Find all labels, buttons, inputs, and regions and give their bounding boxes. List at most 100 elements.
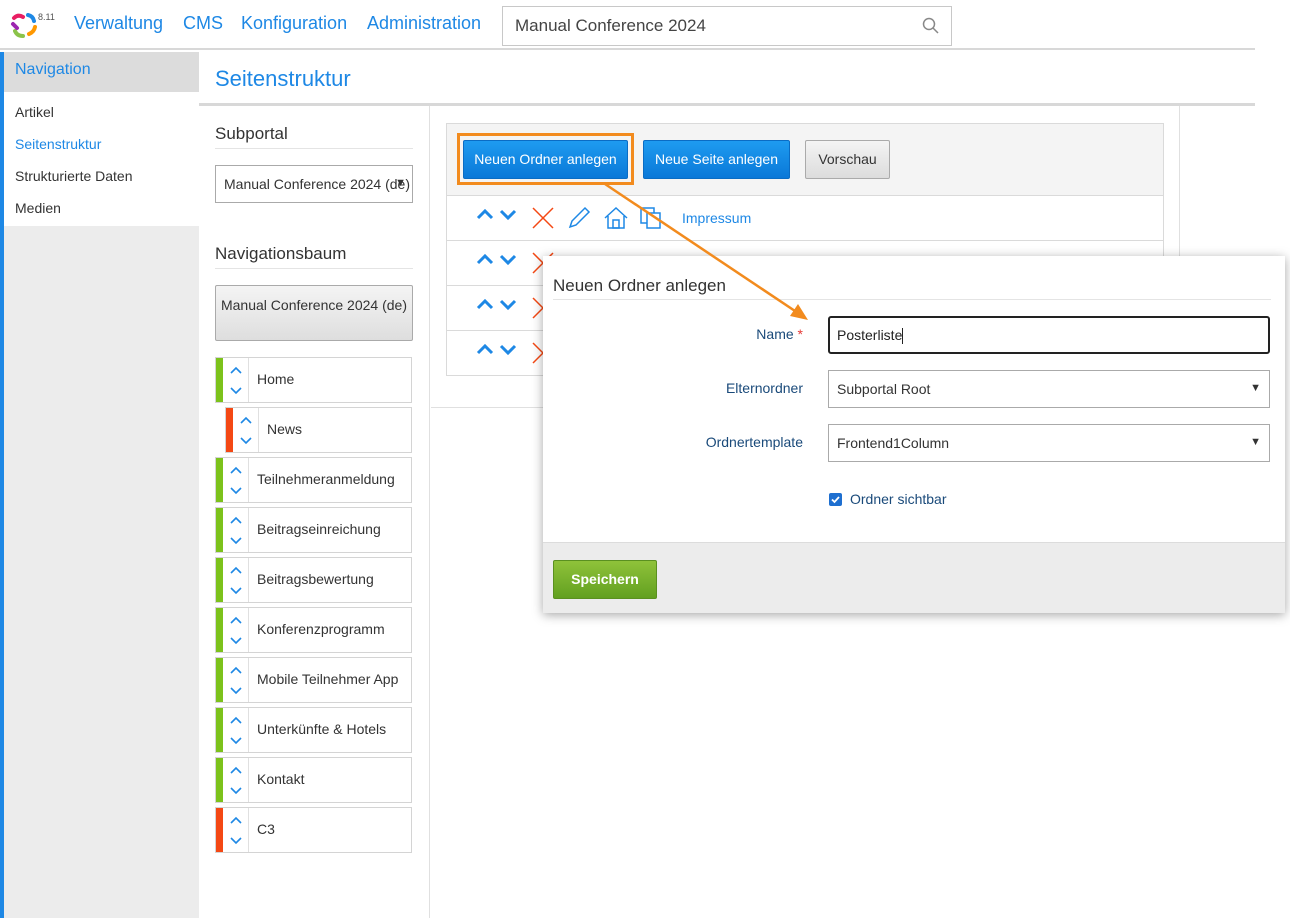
- top-bar: 8.11 Verwaltung CMS Konfiguration Admini…: [0, 0, 1255, 50]
- move-down-icon[interactable]: [229, 486, 243, 496]
- tree-item-label: Kontakt: [257, 771, 305, 787]
- tree-item[interactable]: Beitragseinreichung: [215, 507, 412, 553]
- move-up-icon[interactable]: [229, 815, 243, 825]
- tree-item[interactable]: Teilnehmeranmeldung: [215, 457, 412, 503]
- move-up-icon[interactable]: [229, 365, 243, 375]
- subportal-select[interactable]: Manual Conference 2024 (de) ▼: [215, 165, 413, 203]
- checkmark-icon: [831, 496, 840, 504]
- folder-visible-checkbox[interactable]: [829, 493, 842, 506]
- tree-move-arrows: [223, 508, 249, 552]
- status-bar: [216, 508, 223, 552]
- tree-item[interactable]: Beitragsbewertung: [215, 557, 412, 603]
- sidebar: Navigation Artikel Seitenstruktur Strukt…: [0, 52, 199, 918]
- preview-button[interactable]: Vorschau: [805, 140, 890, 179]
- move-down-icon[interactable]: [229, 686, 243, 696]
- parent-folder-label: Elternordner: [725, 380, 803, 396]
- search-input[interactable]: Manual Conference 2024: [502, 6, 952, 46]
- app-logo-icon[interactable]: [8, 8, 42, 42]
- move-down-icon[interactable]: [498, 341, 518, 357]
- sidebar-list: Artikel Seitenstruktur Strukturierte Dat…: [4, 92, 199, 226]
- parent-folder-value: Subportal Root: [837, 381, 931, 397]
- move-up-icon[interactable]: [229, 465, 243, 475]
- status-bar: [216, 558, 223, 602]
- move-up-icon[interactable]: [229, 615, 243, 625]
- tree-move-arrows: [223, 708, 249, 752]
- move-up-icon[interactable]: [229, 765, 243, 775]
- status-bar: [216, 808, 223, 852]
- sidebar-item-artikel[interactable]: Artikel: [4, 96, 199, 128]
- delete-icon[interactable]: [531, 206, 555, 230]
- folder-template-label: Ordnertemplate: [705, 434, 803, 450]
- search-value: Manual Conference 2024: [515, 16, 706, 35]
- tree-move-arrows: [223, 358, 249, 402]
- tree-item-label: Mobile Teilnehmer App: [257, 671, 399, 687]
- new-folder-dialog: Neuen Ordner anlegen Name * Posterliste …: [543, 256, 1285, 613]
- nav-administration[interactable]: Administration: [367, 13, 481, 34]
- subportal-label: Subportal: [215, 124, 413, 149]
- tree-item[interactable]: Home: [215, 357, 412, 403]
- tree-item[interactable]: News: [225, 407, 412, 453]
- move-up-icon[interactable]: [229, 515, 243, 525]
- tree-item-label: Unterkünfte & Hotels: [257, 721, 387, 737]
- tree-item[interactable]: Kontakt: [215, 757, 412, 803]
- move-down-icon[interactable]: [498, 251, 518, 267]
- move-down-icon[interactable]: [229, 586, 243, 596]
- move-up-icon[interactable]: [475, 341, 495, 357]
- status-bar: [216, 358, 223, 402]
- callout-highlight-box: [457, 133, 634, 185]
- parent-folder-select[interactable]: Subportal Root ▼: [828, 370, 1270, 408]
- move-up-icon[interactable]: [239, 415, 253, 425]
- subportal-value: Manual Conference 2024 (de): [224, 176, 411, 192]
- status-bar: [216, 608, 223, 652]
- folder-visible-label[interactable]: Ordner sichtbar: [850, 491, 946, 507]
- move-down-icon[interactable]: [229, 636, 243, 646]
- move-down-icon[interactable]: [498, 206, 518, 222]
- folder-template-value: Frontend1Column: [837, 435, 950, 451]
- tree-item[interactable]: C3: [215, 807, 412, 853]
- new-page-button[interactable]: Neue Seite anlegen: [643, 140, 790, 179]
- folder-template-select[interactable]: Frontend1Column ▼: [828, 424, 1270, 462]
- name-input[interactable]: Posterliste: [828, 316, 1270, 354]
- status-bar: [216, 708, 223, 752]
- app-version: 8.11: [38, 12, 55, 22]
- move-down-icon[interactable]: [229, 386, 243, 396]
- name-label-text: Name: [756, 326, 794, 342]
- move-down-icon[interactable]: [229, 836, 243, 846]
- status-bar: [216, 658, 223, 702]
- tree-item[interactable]: Konferenzprogramm: [215, 607, 412, 653]
- move-up-icon[interactable]: [229, 665, 243, 675]
- move-down-icon[interactable]: [239, 436, 253, 446]
- navigation-tree-label: Navigationsbaum: [215, 244, 413, 269]
- move-up-icon[interactable]: [475, 251, 495, 267]
- sidebar-item-seitenstruktur[interactable]: Seitenstruktur: [4, 128, 199, 160]
- status-bar: [216, 758, 223, 802]
- tree-root-button[interactable]: Manual Conference 2024 (de): [215, 285, 413, 341]
- copy-icon[interactable]: [639, 206, 663, 230]
- move-down-icon[interactable]: [229, 736, 243, 746]
- home-icon[interactable]: [603, 206, 629, 230]
- chevron-down-icon: ▼: [1250, 436, 1261, 448]
- nav-konfiguration[interactable]: Konfiguration: [241, 13, 347, 34]
- name-input-value: Posterliste: [837, 327, 903, 343]
- edit-icon[interactable]: [567, 206, 591, 230]
- tree-move-arrows: [223, 808, 249, 852]
- tree-item-label: Teilnehmeranmeldung: [257, 471, 395, 487]
- tree-item-label: Konferenzprogramm: [257, 621, 385, 637]
- move-up-icon[interactable]: [475, 296, 495, 312]
- nav-cms[interactable]: CMS: [183, 13, 223, 34]
- sidebar-item-strukturierte-daten[interactable]: Strukturierte Daten: [4, 160, 199, 192]
- move-up-icon[interactable]: [229, 715, 243, 725]
- move-up-icon[interactable]: [475, 206, 495, 222]
- move-down-icon[interactable]: [229, 786, 243, 796]
- search-icon[interactable]: [921, 16, 941, 36]
- move-down-icon[interactable]: [229, 536, 243, 546]
- sidebar-item-medien[interactable]: Medien: [4, 192, 199, 224]
- move-up-icon[interactable]: [229, 565, 243, 575]
- move-down-icon[interactable]: [498, 296, 518, 312]
- tree-item[interactable]: Mobile Teilnehmer App: [215, 657, 412, 703]
- tree-move-arrows: [223, 608, 249, 652]
- nav-verwaltung[interactable]: Verwaltung: [74, 13, 163, 34]
- save-button[interactable]: Speichern: [553, 560, 657, 599]
- page-link-impressum[interactable]: Impressum: [682, 210, 751, 226]
- tree-item[interactable]: Unterkünfte & Hotels: [215, 707, 412, 753]
